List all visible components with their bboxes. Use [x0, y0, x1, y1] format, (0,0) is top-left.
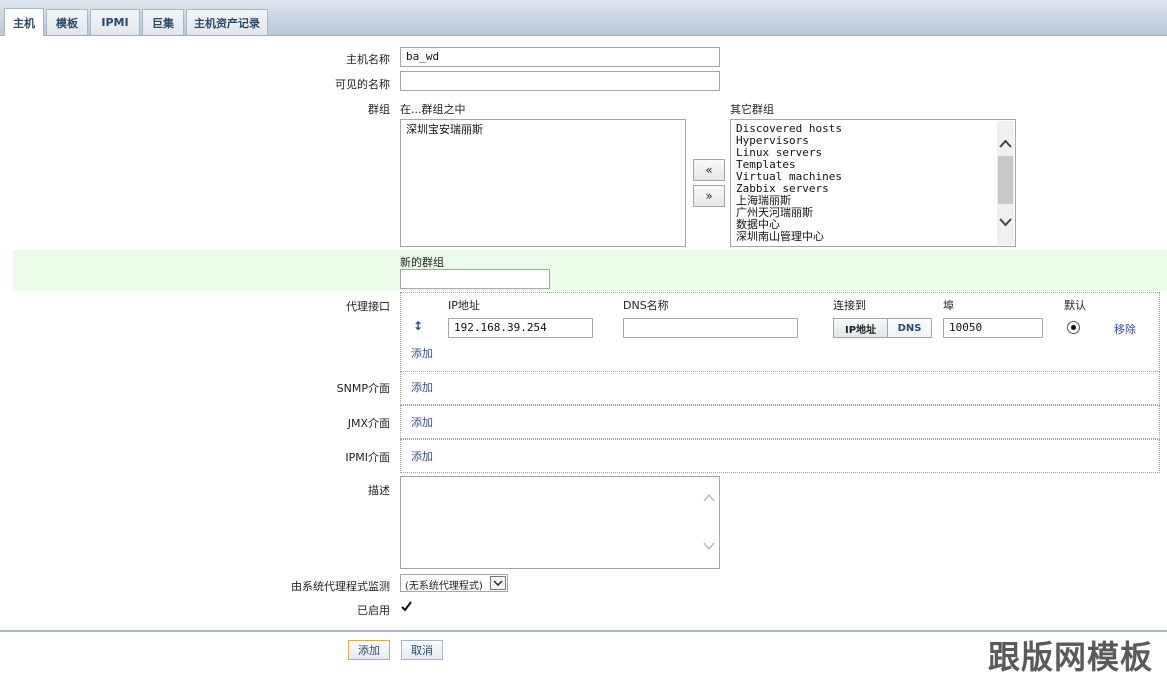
ipmi-interface-label: IPMI介面	[345, 451, 390, 464]
dns-input[interactable]	[623, 318, 798, 338]
other-groups-list[interactable]: Discovered hosts Hypervisors Linux serve…	[730, 119, 1016, 247]
list-item[interactable]: 深圳宝安瑞丽斯	[406, 124, 483, 136]
scrollbar[interactable]	[997, 121, 1014, 245]
new-group-input[interactable]	[400, 269, 550, 289]
in-groups-label: 在...群组之中	[400, 103, 466, 116]
description-label: 描述	[368, 484, 390, 497]
connect-dns-button[interactable]: DNS	[887, 318, 932, 338]
proxy-select[interactable]: (无系统代理程式)	[400, 574, 508, 592]
groups-label: 群组	[368, 103, 390, 116]
list-item[interactable]: 深圳南山管理中心	[736, 231, 824, 243]
scroll-up-icon	[999, 139, 1012, 148]
description-textarea[interactable]	[400, 476, 720, 569]
snmp-interface-label: SNMP介面	[336, 382, 390, 395]
agent-interface-label: 代理接口	[346, 300, 390, 313]
tab-bar: 主机 模板 IPMI 巨集 主机资产记录	[0, 0, 1167, 36]
col-connect-header: 连接到	[833, 299, 866, 312]
scroll-up-icon	[703, 493, 715, 502]
checkmark-icon	[401, 601, 412, 612]
watermark-logo: 跟版网模板	[987, 638, 1153, 676]
snmp-interface-box	[400, 371, 1160, 405]
scroll-down-icon	[999, 218, 1012, 227]
chevron-down-icon[interactable]	[490, 576, 506, 590]
tab-templates[interactable]: 模板	[46, 9, 88, 35]
textarea-scroll-graphic	[703, 493, 715, 551]
col-dns-header: DNS名称	[623, 299, 669, 312]
other-groups-label: 其它群组	[730, 103, 774, 116]
in-groups-list[interactable]: 深圳宝安瑞丽斯	[400, 119, 686, 247]
col-ip-header: IP地址	[448, 299, 480, 312]
add-button[interactable]: 添加	[348, 640, 390, 660]
remove-link[interactable]: 移除	[1114, 321, 1136, 337]
tab-label: IPMI	[101, 16, 129, 29]
cancel-button[interactable]: 取消	[401, 640, 443, 660]
scrollbar-graphic	[998, 139, 1013, 227]
proxy-label: 由系统代理程式监测	[291, 580, 390, 593]
add-agent-interface-link[interactable]: 添加	[411, 345, 433, 361]
radio-dot	[1071, 325, 1076, 330]
connect-ip-button[interactable]: IP地址	[833, 318, 888, 338]
visible-name-label: 可见的名称	[335, 78, 390, 91]
ip-input[interactable]: 192.168.39.254	[448, 318, 593, 338]
tab-label: 主机	[13, 16, 35, 30]
hostname-input[interactable]: ba_wd	[400, 47, 720, 67]
add-ipmi-interface-link[interactable]: 添加	[411, 448, 433, 464]
scroll-thumb	[998, 156, 1013, 204]
jmx-interface-label: JMX介面	[347, 417, 390, 430]
proxy-select-value: (无系统代理程式)	[405, 581, 483, 592]
tab-label: 巨集	[152, 16, 174, 30]
col-port-header: 埠	[943, 299, 954, 312]
hostname-label: 主机名称	[346, 53, 390, 66]
enabled-checkbox[interactable]	[400, 600, 413, 613]
tab-ipmi[interactable]: IPMI	[90, 9, 140, 35]
default-radio[interactable]	[1067, 321, 1080, 334]
ipmi-interface-box	[400, 439, 1160, 473]
jmx-interface-box	[400, 405, 1160, 439]
col-default-header: 默认	[1064, 299, 1086, 312]
enabled-label: 已启用	[357, 604, 390, 617]
new-group-label: 新的群组	[400, 256, 444, 269]
new-group-section	[13, 250, 1167, 291]
port-input[interactable]: 10050	[943, 318, 1043, 338]
add-jmx-interface-link[interactable]: 添加	[411, 414, 433, 430]
visible-name-input[interactable]	[400, 71, 720, 91]
tab-macros[interactable]: 巨集	[142, 9, 184, 35]
tab-label: 主机资产记录	[194, 16, 260, 30]
drag-handle-icon[interactable]: ↕	[413, 319, 423, 333]
tab-label: 模板	[56, 16, 78, 30]
tab-inventory[interactable]: 主机资产记录	[186, 9, 268, 35]
move-left-button[interactable]: «	[693, 159, 725, 181]
scroll-down-icon	[703, 542, 715, 551]
add-snmp-interface-link[interactable]: 添加	[411, 379, 433, 395]
tab-host[interactable]: 主机	[4, 8, 44, 36]
move-right-button[interactable]: »	[693, 185, 725, 207]
